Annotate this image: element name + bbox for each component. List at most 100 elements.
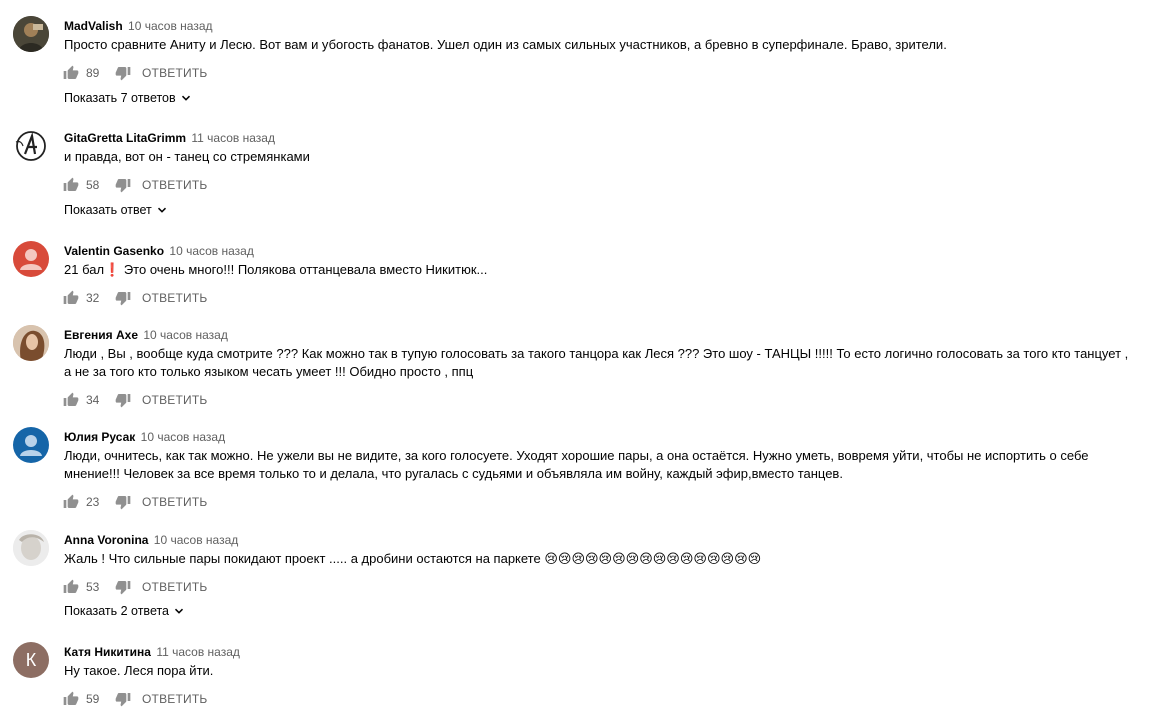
- like-button[interactable]: [62, 289, 80, 307]
- dislike-button[interactable]: [114, 493, 132, 511]
- person-photo-icon: [13, 530, 49, 566]
- avatar[interactable]: [13, 530, 49, 566]
- comment-text: Ну такое. Леся пора йти.: [64, 663, 214, 678]
- thumbs-down-icon: [115, 693, 131, 707]
- avatar[interactable]: [13, 427, 49, 463]
- person-photo-icon: [13, 16, 49, 52]
- like-button[interactable]: [62, 493, 80, 511]
- like-count: 59: [86, 692, 100, 706]
- avatar[interactable]: [13, 16, 49, 52]
- comment-header: Евгения Axe 10 часов назад: [64, 327, 228, 343]
- comment-time[interactable]: 10 часов назад: [143, 328, 227, 342]
- comment-text: Люди , Вы , вообще куда смотрите ??? Как…: [64, 346, 1129, 379]
- reply-button[interactable]: ОТВЕТИТЬ: [142, 178, 207, 192]
- dislike-button[interactable]: [114, 64, 132, 82]
- comment-text: 21 бал❗ Это очень много!!! Полякова отта…: [64, 262, 488, 277]
- dislike-button[interactable]: [114, 176, 132, 194]
- comment-time[interactable]: 11 часов назад: [156, 645, 240, 659]
- reply-button[interactable]: ОТВЕТИТЬ: [142, 66, 207, 80]
- author-name[interactable]: Катя Никитина: [64, 645, 151, 659]
- like-count: 53: [86, 580, 100, 594]
- chevron-down-icon: [173, 605, 185, 617]
- author-name[interactable]: Евгения Axe: [64, 328, 138, 342]
- comment-header: MadValish 10 часов назад: [64, 18, 213, 34]
- comment-text: Жаль ! Что сильные пары покидают проект …: [64, 551, 762, 566]
- avatar[interactable]: [13, 325, 49, 361]
- like-button[interactable]: [62, 578, 80, 596]
- show-replies-button[interactable]: Показать ответ: [64, 201, 168, 219]
- comment-actions: 58 ОТВЕТИТЬ: [62, 175, 207, 195]
- comment-time[interactable]: 10 часов назад: [169, 244, 253, 258]
- like-count: 34: [86, 393, 100, 407]
- comment-time[interactable]: 11 часов назад: [191, 131, 275, 145]
- comment-time[interactable]: 10 часов назад: [128, 19, 212, 33]
- comment-header: Valentin Gasenko 10 часов назад: [64, 243, 254, 259]
- reply-button[interactable]: ОТВЕТИТЬ: [142, 495, 207, 509]
- dislike-button[interactable]: [114, 578, 132, 596]
- avatar[interactable]: [13, 241, 49, 277]
- like-count: 32: [86, 291, 100, 305]
- comment-header: GitaGretta LitaGrimm 11 часов назад: [64, 130, 275, 146]
- reply-button[interactable]: ОТВЕТИТЬ: [142, 291, 207, 305]
- author-name[interactable]: GitaGretta LitaGrimm: [64, 131, 186, 145]
- thumbs-up-icon: [63, 290, 79, 304]
- like-button[interactable]: [62, 690, 80, 708]
- like-button[interactable]: [62, 391, 80, 409]
- comment-text: Люди, очнитесь, как так можно. Не ужели …: [64, 448, 1089, 481]
- thumbs-up-icon: [63, 691, 79, 705]
- default-user-icon: [20, 249, 42, 270]
- like-count: 23: [86, 495, 100, 509]
- comment-actions: 23 ОТВЕТИТЬ: [62, 492, 207, 512]
- thumbs-down-icon: [115, 292, 131, 306]
- letter-avatar-icon: К: [25, 650, 37, 670]
- default-user-icon: [20, 435, 42, 456]
- comment-header: Юлия Русак 10 часов назад: [64, 429, 225, 445]
- comment-header: Anna Voronina 10 часов назад: [64, 532, 238, 548]
- author-name[interactable]: Юлия Русак: [64, 430, 135, 444]
- avatar[interactable]: К: [13, 642, 49, 678]
- author-name[interactable]: MadValish: [64, 19, 123, 33]
- thumbs-down-icon: [115, 496, 131, 510]
- avatar[interactable]: [13, 128, 49, 164]
- thumbs-up-icon: [63, 579, 79, 593]
- thumbs-up-icon: [63, 65, 79, 79]
- thumbs-down-icon: [115, 67, 131, 81]
- comment-header: Катя Никитина 11 часов назад: [64, 644, 240, 660]
- chevron-down-icon: [180, 92, 192, 104]
- show-replies-button[interactable]: Показать 7 ответов: [64, 89, 192, 107]
- thumbs-up-icon: [63, 177, 79, 191]
- dislike-button[interactable]: [114, 289, 132, 307]
- comment-time[interactable]: 10 часов назад: [141, 430, 225, 444]
- thumbs-down-icon: [115, 581, 131, 595]
- show-replies-label: Показать 7 ответов: [64, 91, 176, 105]
- like-count: 58: [86, 178, 100, 192]
- author-name[interactable]: Anna Voronina: [64, 533, 148, 547]
- show-replies-label: Показать ответ: [64, 203, 152, 217]
- chevron-down-icon: [156, 204, 168, 216]
- comment-actions: 34 ОТВЕТИТЬ: [62, 390, 207, 410]
- show-replies-button[interactable]: Показать 2 ответа: [64, 602, 185, 620]
- comment-actions: 32 ОТВЕТИТЬ: [62, 288, 207, 308]
- thumbs-up-icon: [63, 392, 79, 406]
- like-count: 89: [86, 66, 100, 80]
- comment-time[interactable]: 10 часов назад: [154, 533, 238, 547]
- thumbs-up-icon: [63, 494, 79, 508]
- thumbs-down-icon: [115, 394, 131, 408]
- like-button[interactable]: [62, 176, 80, 194]
- dislike-button[interactable]: [114, 690, 132, 708]
- thumbs-down-icon: [115, 179, 131, 193]
- person-photo-icon: [13, 325, 49, 361]
- author-name[interactable]: Valentin Gasenko: [64, 244, 164, 258]
- comment-actions: 53 ОТВЕТИТЬ: [62, 577, 207, 597]
- comment-text: Просто сравните Аниту и Лесю. Вот вам и …: [64, 37, 947, 52]
- logo-avatar-icon: [15, 131, 46, 161]
- comment-actions: 59 ОТВЕТИТЬ: [62, 689, 207, 709]
- like-button[interactable]: [62, 64, 80, 82]
- comment-actions: 89 ОТВЕТИТЬ: [62, 63, 207, 83]
- show-replies-label: Показать 2 ответа: [64, 604, 170, 618]
- reply-button[interactable]: ОТВЕТИТЬ: [142, 393, 207, 407]
- reply-button[interactable]: ОТВЕТИТЬ: [142, 580, 207, 594]
- dislike-button[interactable]: [114, 391, 132, 409]
- comment-text: и правда, вот он - танец со стремянками: [64, 149, 310, 164]
- reply-button[interactable]: ОТВЕТИТЬ: [142, 692, 207, 706]
